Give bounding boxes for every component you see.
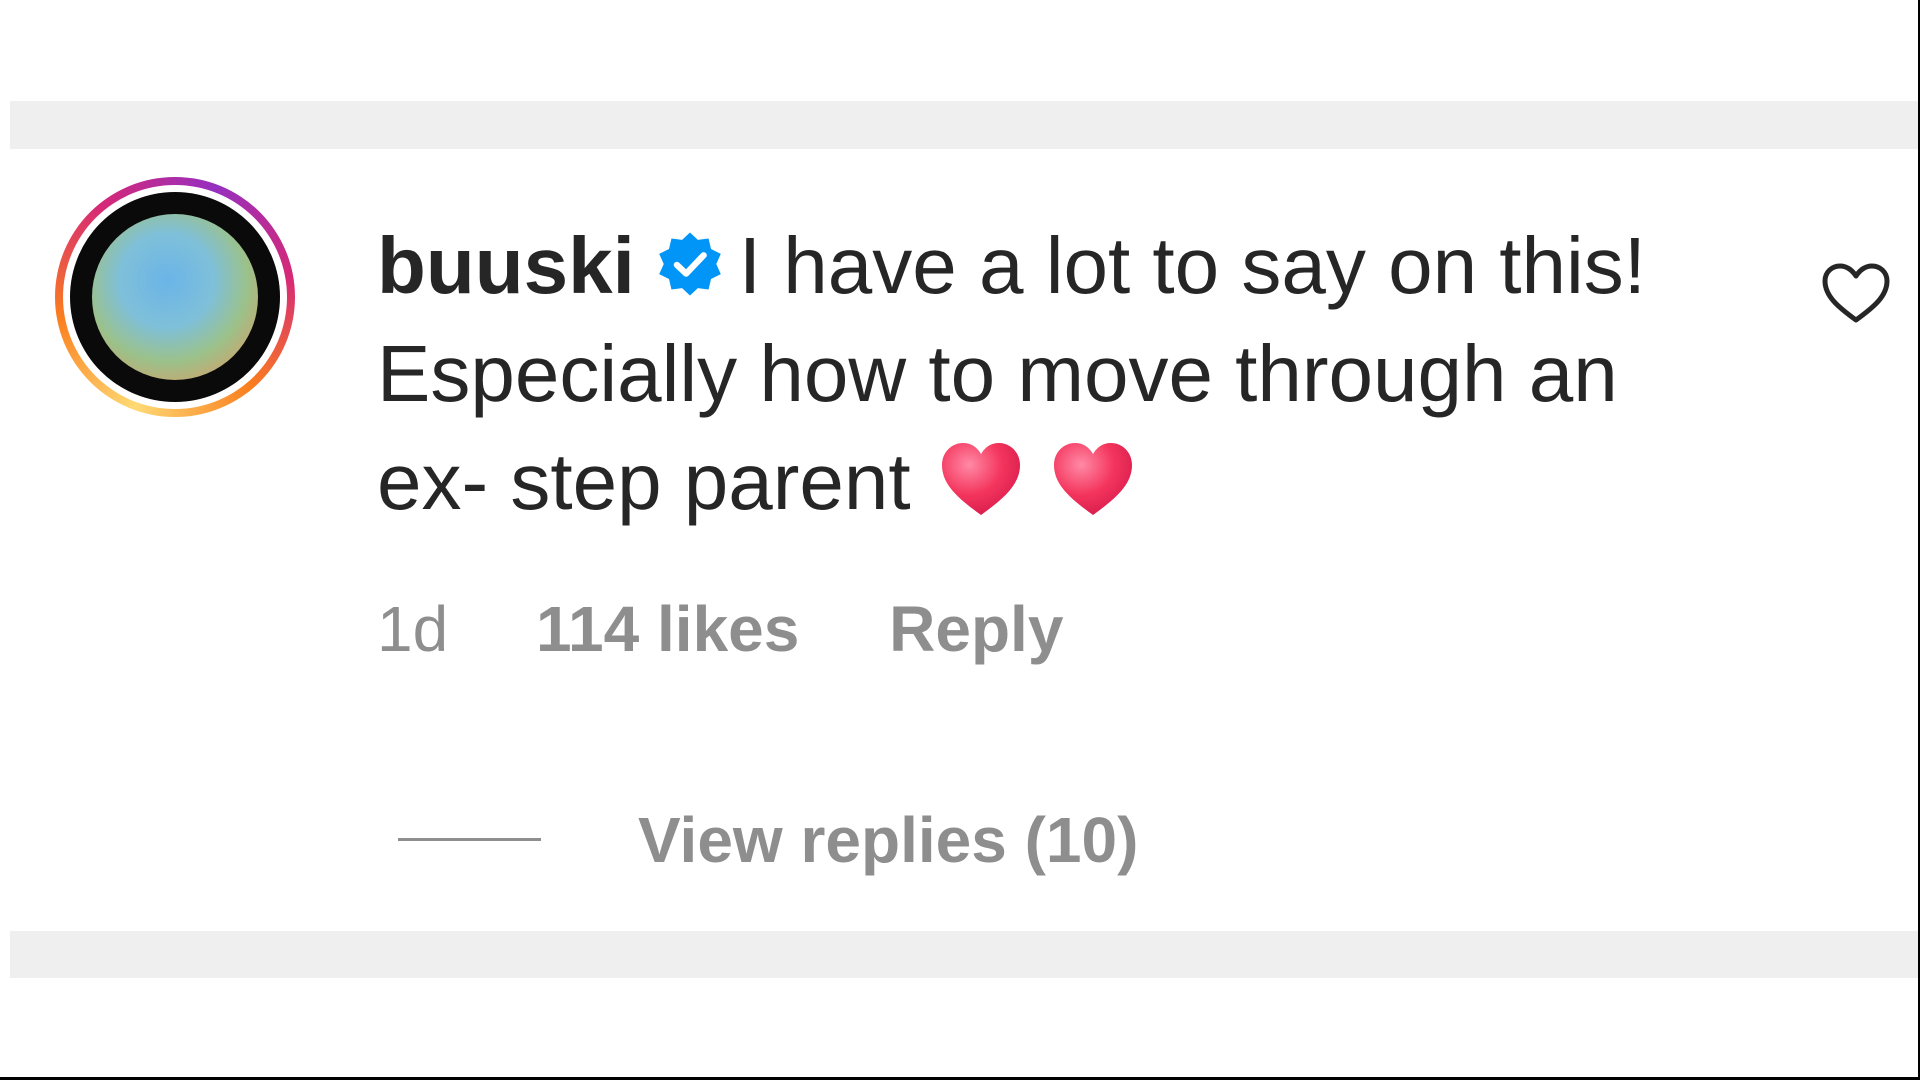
comment-like-count[interactable]: 114 likes <box>536 592 799 666</box>
avatar-image-orb <box>92 214 258 380</box>
comment-username[interactable]: buuski <box>377 221 635 310</box>
comment-text-line-2: Especially how to move through an <box>377 329 1618 418</box>
reply-button[interactable]: Reply <box>889 592 1063 666</box>
red-heart-emoji-icon <box>1053 443 1132 515</box>
view-replies-label: View replies (10) <box>638 804 1139 876</box>
replies-divider-line <box>398 838 541 841</box>
comment-timestamp[interactable]: 1d <box>377 592 448 666</box>
bottom-divider-band <box>10 931 1918 978</box>
verified-badge-icon <box>659 232 721 296</box>
comment-text-line-1: I have a lot to say on this! <box>738 221 1646 310</box>
comment-text-line-3: ex- step parent <box>377 437 911 526</box>
top-divider-band <box>10 101 1918 149</box>
comment-body: buuski I have a lot to say on this! Espe… <box>377 212 1717 536</box>
red-heart-emoji-icon <box>941 443 1020 515</box>
avatar[interactable] <box>55 177 295 417</box>
like-heart-icon[interactable] <box>1820 262 1892 326</box>
comment-meta: 1d 114 likes Reply <box>377 592 1063 666</box>
comment-canvas: buuski I have a lot to say on this! Espe… <box>0 0 1918 1077</box>
